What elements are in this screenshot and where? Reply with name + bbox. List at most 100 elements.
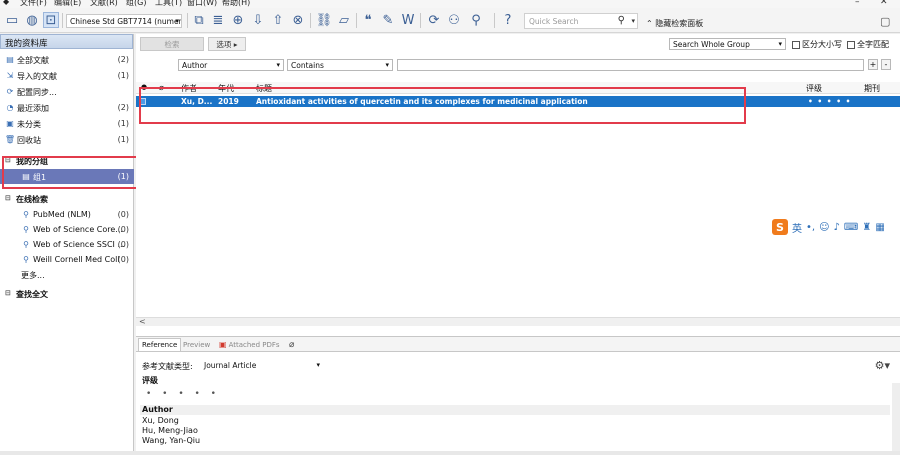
import-icon: ⇲ [6,71,14,80]
match-words-checkbox[interactable]: 全字匹配 [847,39,889,50]
format-bibliography-icon[interactable]: ≣ [210,12,226,28]
tab-attached-pdfs[interactable]: ▣ Attached PDFs [216,338,283,351]
quote-icon[interactable]: ❝ [360,12,376,28]
ime-skin-icon[interactable]: ♜ [862,222,871,233]
scroll-left-icon[interactable]: < [139,317,146,326]
search-operator-select[interactable]: Contains ▾ [287,59,393,71]
upload-icon[interactable]: ⇧ [270,12,286,28]
groups-share-icon[interactable]: ⚲ [468,12,484,28]
attach-file-icon[interactable]: ⌀ [286,338,297,351]
search-field-select[interactable]: Author ▾ [178,59,284,71]
search-online-icon[interactable]: ⊕ [230,12,246,28]
sidebar-item-weill-cornell[interactable]: ⚲ Weill Cornell Med Coll (0) [0,252,134,267]
chevron-down-icon[interactable]: ▾ [631,17,635,25]
reference-type-select[interactable]: Journal Article ▾ [204,361,322,372]
search-value-input[interactable] [397,59,864,71]
options-button[interactable]: 选项 ▸ [208,37,246,51]
unfiled-icon: ▣ [6,119,14,128]
ime-keyboard-icon[interactable]: ⌨ [844,222,858,233]
search-icon[interactable]: ⚲ [618,15,625,26]
tab-reference[interactable]: Reference [138,338,182,351]
open-library-icon[interactable]: ▭ [4,12,20,28]
share-icon[interactable]: ⚇ [446,12,462,28]
sogou-logo-icon[interactable]: S [772,219,788,235]
author-line[interactable]: Hu, Meng-Jiao [142,426,198,435]
menu-window[interactable]: 窗口(W) [187,0,217,8]
add-search-row-button[interactable]: + [868,59,878,70]
output-style-select[interactable]: Chinese Std GBT7714 (numeri ▾ [66,14,182,28]
remove-search-row-button[interactable]: - [881,59,891,70]
open-file-icon[interactable]: ▱ [336,12,352,28]
find-full-text-icon[interactable]: ⊗ [290,12,306,28]
menu-tools[interactable]: 工具(T) [155,0,182,8]
group-highlight-box [2,156,149,189]
ime-english-icon[interactable]: 英 [792,220,802,235]
sidebar-item-imported[interactable]: ⇲ 导入的文献 (1) [0,68,134,83]
gear-icon[interactable]: ⚙▾ [875,359,890,372]
ime-tools-icon[interactable]: ▦ [875,222,884,233]
search-scope-select[interactable]: Search Whole Group ▾ [669,38,786,50]
column-journal[interactable]: 期刊 [864,83,880,94]
toolbar: ▭ ◍ ⊡ Chinese Std GBT7714 (numeri ▾ ⧉ ≣ ⊕… [0,8,900,33]
close-icon[interactable]: ✕ [880,0,888,7]
bottom-tab-bar: Reference Preview ▣ Attached PDFs ⌀ [136,336,900,352]
menu-bar: ◆ 文件(F) 编辑(E) 文献(R) 组(G) 工具(T) 窗口(W) 帮助(… [0,0,900,8]
menu-edit[interactable]: 编辑(E) [54,0,81,8]
open-link-icon[interactable]: ⛓ [316,12,333,28]
app-icon: ◆ [3,0,10,6]
menu-help[interactable]: 帮助(H) [222,0,250,8]
sidebar-item-all-references[interactable]: ▤ 全部文献 (2) [0,52,134,67]
tab-preview[interactable]: Preview [180,338,213,351]
sidebar: 我的资料库 ▤ 全部文献 (2) ⇲ 导入的文献 (1) ⟳ 配置同步... ◔… [0,34,134,455]
menu-references[interactable]: 文献(R) [90,0,118,8]
reference-editor: 参考文献类型: Journal Article ▾ ⚙▾ 评级 • • • • •… [136,353,900,455]
online-search-icon: ⚲ [23,240,29,249]
sidebar-item-sync[interactable]: ⟳ 配置同步... [0,84,134,99]
row-rating[interactable]: • • • • • [808,97,851,106]
word-icon[interactable]: W [400,12,416,28]
find-full-text-section[interactable]: ⊟ 查找全文 [0,287,134,300]
minimize-icon[interactable]: – [855,0,860,7]
quick-search-input[interactable]: Quick Search ⚲ ▾ [524,13,638,29]
horizontal-scrollbar[interactable]: < [136,317,900,326]
help-icon[interactable]: ? [500,12,516,28]
online-search-section[interactable]: ⊟ 在线检索 [0,192,134,205]
ime-toolbar: S 英 •, ☺ ♪ ⌨ ♜ ▦ [772,218,885,236]
rating-stars[interactable]: • • • • • [146,389,220,399]
ime-punctuation-icon[interactable]: •, [806,222,815,233]
search-button[interactable]: 检索 [140,37,204,51]
menu-groups[interactable]: 组(G) [126,0,146,8]
sidebar-more-link[interactable]: 更多... [0,267,134,282]
collapse-icon[interactable]: ⊟ [5,289,11,297]
edit-reference-icon[interactable]: ✎ [380,12,396,28]
collapse-icon[interactable]: ⊟ [5,194,11,202]
column-rating[interactable]: 评级 [806,83,822,94]
menu-file[interactable]: 文件(F) [20,0,47,8]
vertical-scrollbar[interactable] [892,383,900,455]
sidebar-item-wos-ssci[interactable]: ⚲ Web of Science SSCI ... (0) [0,237,134,252]
online-search-icon: ⚲ [23,210,29,219]
sidebar-item-wos-core[interactable]: ⚲ Web of Science Core... (0) [0,222,134,237]
author-line[interactable]: Wang, Yan-Qiu [142,436,200,445]
recent-icon: ◔ [6,103,14,112]
author-line[interactable]: Xu, Dong [142,416,179,425]
sidebar-item-recently-added[interactable]: ◔ 最近添加 (2) [0,100,134,115]
sidebar-item-trash[interactable]: 🗑 回收站 (1) [0,132,134,147]
ime-emoji-icon[interactable]: ☺ [819,222,829,233]
status-bar [0,451,900,455]
match-case-checkbox[interactable]: 区分大小写 [792,39,842,50]
window-restore-icon[interactable]: ▢ [880,15,890,28]
hide-search-panel-button[interactable]: ⌃ 隐藏检索面板 [646,18,703,29]
integrated-mode-icon[interactable]: ⊡ [43,12,59,28]
row-highlight-box [139,87,746,124]
sidebar-item-unfiled[interactable]: ▣ 未分类 (1) [0,116,134,131]
pdf-icon: ▣ [219,340,227,349]
online-search-icon: ⚲ [23,225,29,234]
insert-citation-icon[interactable]: ⧉ [191,12,207,28]
ime-voice-icon[interactable]: ♪ [834,222,840,233]
sidebar-header[interactable]: 我的资料库 [0,34,133,49]
download-icon[interactable]: ⇩ [250,12,266,28]
online-mode-icon[interactable]: ◍ [24,12,40,28]
sync-icon[interactable]: ⟳ [426,12,442,28]
sidebar-item-pubmed[interactable]: ⚲ PubMed (NLM) (0) [0,207,134,222]
